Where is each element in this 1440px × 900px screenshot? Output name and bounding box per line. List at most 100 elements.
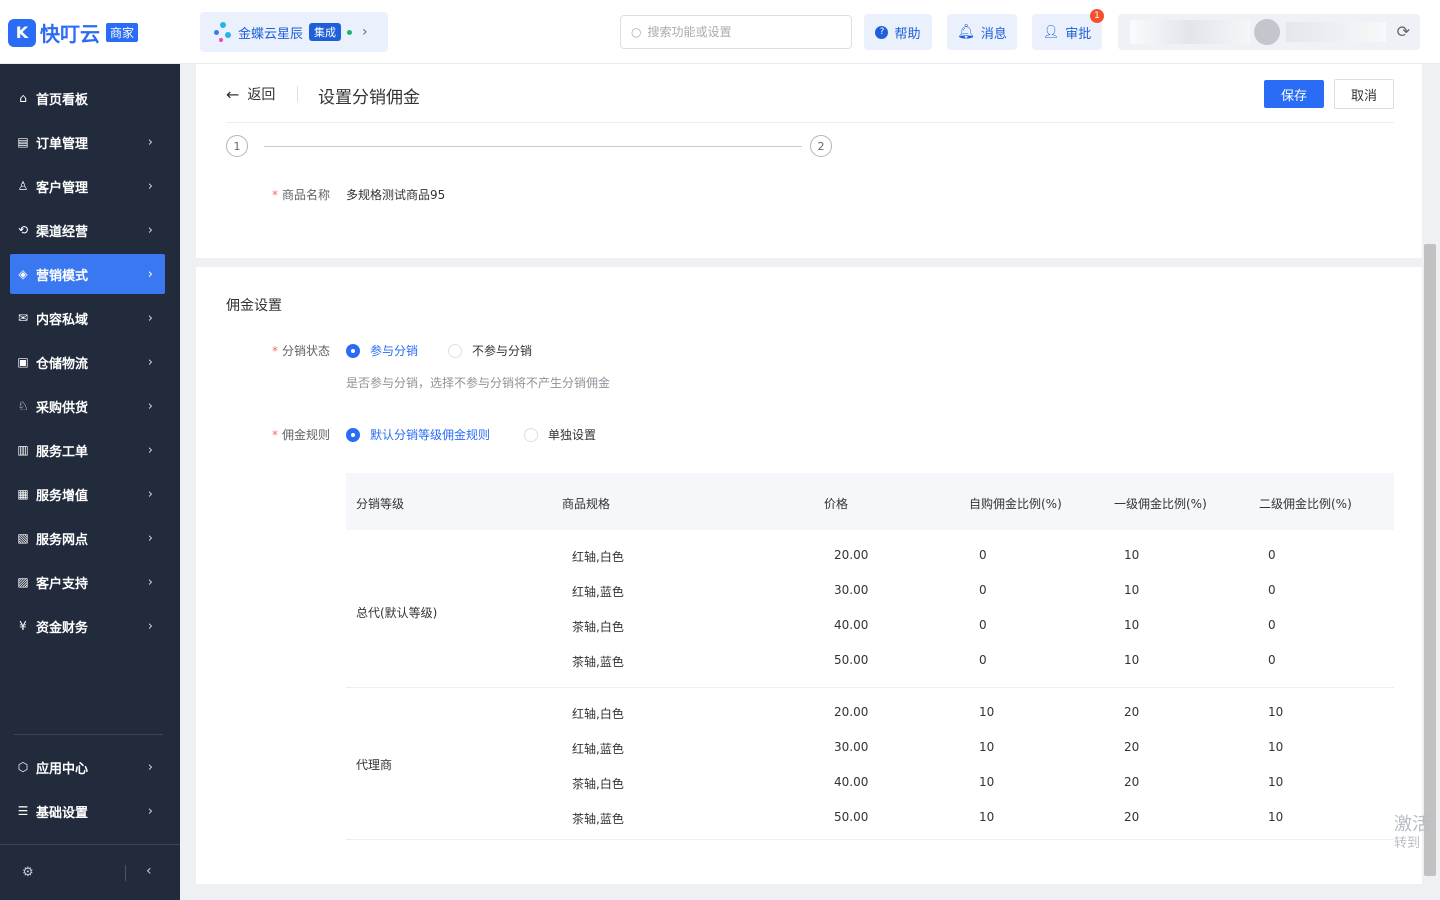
account-switcher[interactable]: ⟳ xyxy=(1118,14,1420,50)
level2-ratio-cell: 10 xyxy=(1268,775,1284,789)
mail-icon: ✉ xyxy=(17,311,29,325)
status-dot-icon xyxy=(347,29,353,35)
sidebar-item-procurement[interactable]: ♘ 采购供货 › xyxy=(10,386,165,426)
sidebar-item-label: 服务工单 xyxy=(36,444,89,460)
table-header: 分销等级 商品规格 价格 自购佣金比例(%) 一级佣金比例(%) 二级佣金比例(… xyxy=(346,473,1394,530)
level1-ratio-cell: 10 xyxy=(1124,548,1140,562)
sidebar-item-service-points[interactable]: ▧ 服务网点 › xyxy=(10,518,165,558)
product-name-label: * 商品名称 xyxy=(270,186,330,203)
approval-button[interactable]: 👤︎ 审批 1 xyxy=(1032,9,1104,50)
watermark-line-2: 转到 xyxy=(1394,835,1421,851)
spec-cell: 红轴,蓝色 xyxy=(572,585,624,599)
save-button[interactable]: 保存 xyxy=(1264,80,1324,108)
table-group: 总代(默认等级) 红轴,白色 20.00 0 10 0 红轴,蓝色 30.00 … xyxy=(346,536,1394,688)
help-button[interactable]: ? 帮助 xyxy=(864,14,932,50)
table-row: 红轴,白色 20.00 0 10 0 xyxy=(346,538,1394,573)
commission-table: 分销等级 商品规格 价格 自购佣金比例(%) 一级佣金比例(%) 二级佣金比例(… xyxy=(346,473,1394,840)
sidebar-footer: ⚙ ‹ xyxy=(0,844,180,900)
required-mark: * xyxy=(271,188,278,202)
section-title: 佣金设置 xyxy=(226,298,282,314)
title-divider xyxy=(297,86,298,102)
table-row: 红轴,白色 20.00 10 20 10 xyxy=(346,695,1394,730)
level1-ratio-cell: 10 xyxy=(1124,653,1140,667)
sidebar-item-channels[interactable]: ⟲ 渠道经营 › xyxy=(10,210,165,250)
commission-rule-label: * 佣金规则 xyxy=(270,426,330,443)
redacted-account-detail xyxy=(1286,22,1386,42)
sidebar-item-app-center[interactable]: ⬡ 应用中心 › xyxy=(10,747,165,787)
column-header: 价格 xyxy=(824,497,849,511)
search-input[interactable] xyxy=(647,25,828,39)
radio-label: 不参与分销 xyxy=(472,344,533,358)
table-row: 茶轴,蓝色 50.00 10 20 10 xyxy=(346,800,1394,835)
sidebar-item-finance[interactable]: ¥ 资金财务 › xyxy=(10,606,165,646)
integration-badge: 集成 xyxy=(309,23,342,41)
app-logo[interactable]: K 快叮云 商家 xyxy=(8,18,139,47)
sidebar-item-value-added[interactable]: ▦ 服务增值 › xyxy=(10,474,165,514)
tag-icon: ◈ xyxy=(18,267,28,281)
step-2[interactable]: 2 xyxy=(810,135,832,157)
network-icon: ⟲ xyxy=(17,223,29,237)
level2-ratio-cell: 10 xyxy=(1268,705,1284,719)
level1-ratio-cell: 10 xyxy=(1124,618,1140,632)
sidebar-item-content[interactable]: ✉ 内容私域 › xyxy=(10,298,165,338)
self-ratio-cell: 0 xyxy=(979,548,987,562)
messages-button[interactable]: 🔔︎ 消息 xyxy=(947,14,1017,50)
logo-mark-icon: K xyxy=(8,18,36,47)
chevron-right-icon: › xyxy=(147,574,153,590)
user-icon: ♙ xyxy=(17,179,29,193)
messages-label: 消息 xyxy=(980,26,1007,42)
calendar-icon: ▣ xyxy=(17,355,29,369)
sidebar-item-work-orders[interactable]: ▥ 服务工单 › xyxy=(10,430,165,470)
column-header: 二级佣金比例(%) xyxy=(1259,497,1352,511)
sidebar-item-dashboard[interactable]: ⌂ 首页看板 xyxy=(10,78,165,118)
integration-switcher[interactable]: 金蝶云星辰 集成 › xyxy=(200,12,388,52)
radio-participate[interactable]: 参与分销 xyxy=(346,342,418,359)
sidebar-item-marketing[interactable]: ◈ 营销模式 › xyxy=(10,254,165,294)
required-mark: * xyxy=(271,344,278,358)
sidebar-item-warehouse[interactable]: ▣ 仓储物流 › xyxy=(10,342,165,382)
bag-icon: ▦ xyxy=(17,487,29,501)
spec-cell: 红轴,白色 xyxy=(572,707,624,721)
logo-text: 快叮云 xyxy=(40,22,100,46)
sidebar-item-support[interactable]: ▨ 客户支持 › xyxy=(10,562,165,602)
arrow-left-icon: ← xyxy=(226,84,240,104)
sidebar-item-customers[interactable]: ♙ 客户管理 › xyxy=(10,166,165,206)
required-mark: * xyxy=(271,428,278,442)
table-row: 红轴,蓝色 30.00 10 20 10 xyxy=(346,730,1394,765)
chevron-right-icon: › xyxy=(147,134,153,150)
radio-custom-rule[interactable]: 单独设置 xyxy=(524,426,596,443)
sidebar-item-settings[interactable]: ☰ 基础设置 › xyxy=(10,791,165,831)
collapse-sidebar-icon[interactable]: ‹ xyxy=(146,863,152,879)
sidebar-item-label: 首页看板 xyxy=(36,92,89,108)
self-ratio-cell: 10 xyxy=(979,775,995,789)
radio-unchecked-icon xyxy=(448,343,462,358)
price-cell: 50.00 xyxy=(834,810,869,824)
cancel-button[interactable]: 取消 xyxy=(1334,79,1394,109)
page-scrollbar[interactable] xyxy=(1424,244,1436,876)
sidebar-item-orders[interactable]: ▤ 订单管理 › xyxy=(10,122,165,162)
refresh-icon[interactable]: ⟳ xyxy=(1397,22,1410,41)
logo-tag: 商家 xyxy=(106,23,139,42)
gear-icon[interactable]: ⚙ xyxy=(22,865,34,880)
search-icon: ○ xyxy=(631,25,642,39)
spec-cell: 茶轴,白色 xyxy=(572,620,624,634)
chat-icon: ▨ xyxy=(17,575,29,589)
price-cell: 40.00 xyxy=(834,775,869,789)
spec-cell: 红轴,白色 xyxy=(572,550,624,564)
sidebar-item-label: 服务增值 xyxy=(36,488,89,504)
radio-not-participate[interactable]: 不参与分销 xyxy=(448,342,532,359)
status-hint: 是否参与分销，选择不参与分销将不产生分销佣金 xyxy=(346,376,611,390)
sidebar-item-label: 订单管理 xyxy=(36,136,89,152)
radio-default-rule[interactable]: 默认分销等级佣金规则 xyxy=(346,426,490,443)
radio-label: 默认分销等级佣金规则 xyxy=(370,428,491,442)
avatar xyxy=(1254,19,1280,45)
spec-cell: 茶轴,蓝色 xyxy=(572,812,624,826)
step-1[interactable]: 1 xyxy=(226,135,248,157)
back-button[interactable]: ← 返回 xyxy=(226,84,275,104)
back-label: 返回 xyxy=(247,87,276,103)
search-box[interactable]: ○ xyxy=(620,15,852,49)
distribution-status-label: * 分销状态 xyxy=(270,342,330,359)
footer-divider xyxy=(125,865,126,881)
radio-unchecked-icon xyxy=(524,427,538,442)
label-text: 分销状态 xyxy=(281,344,330,358)
